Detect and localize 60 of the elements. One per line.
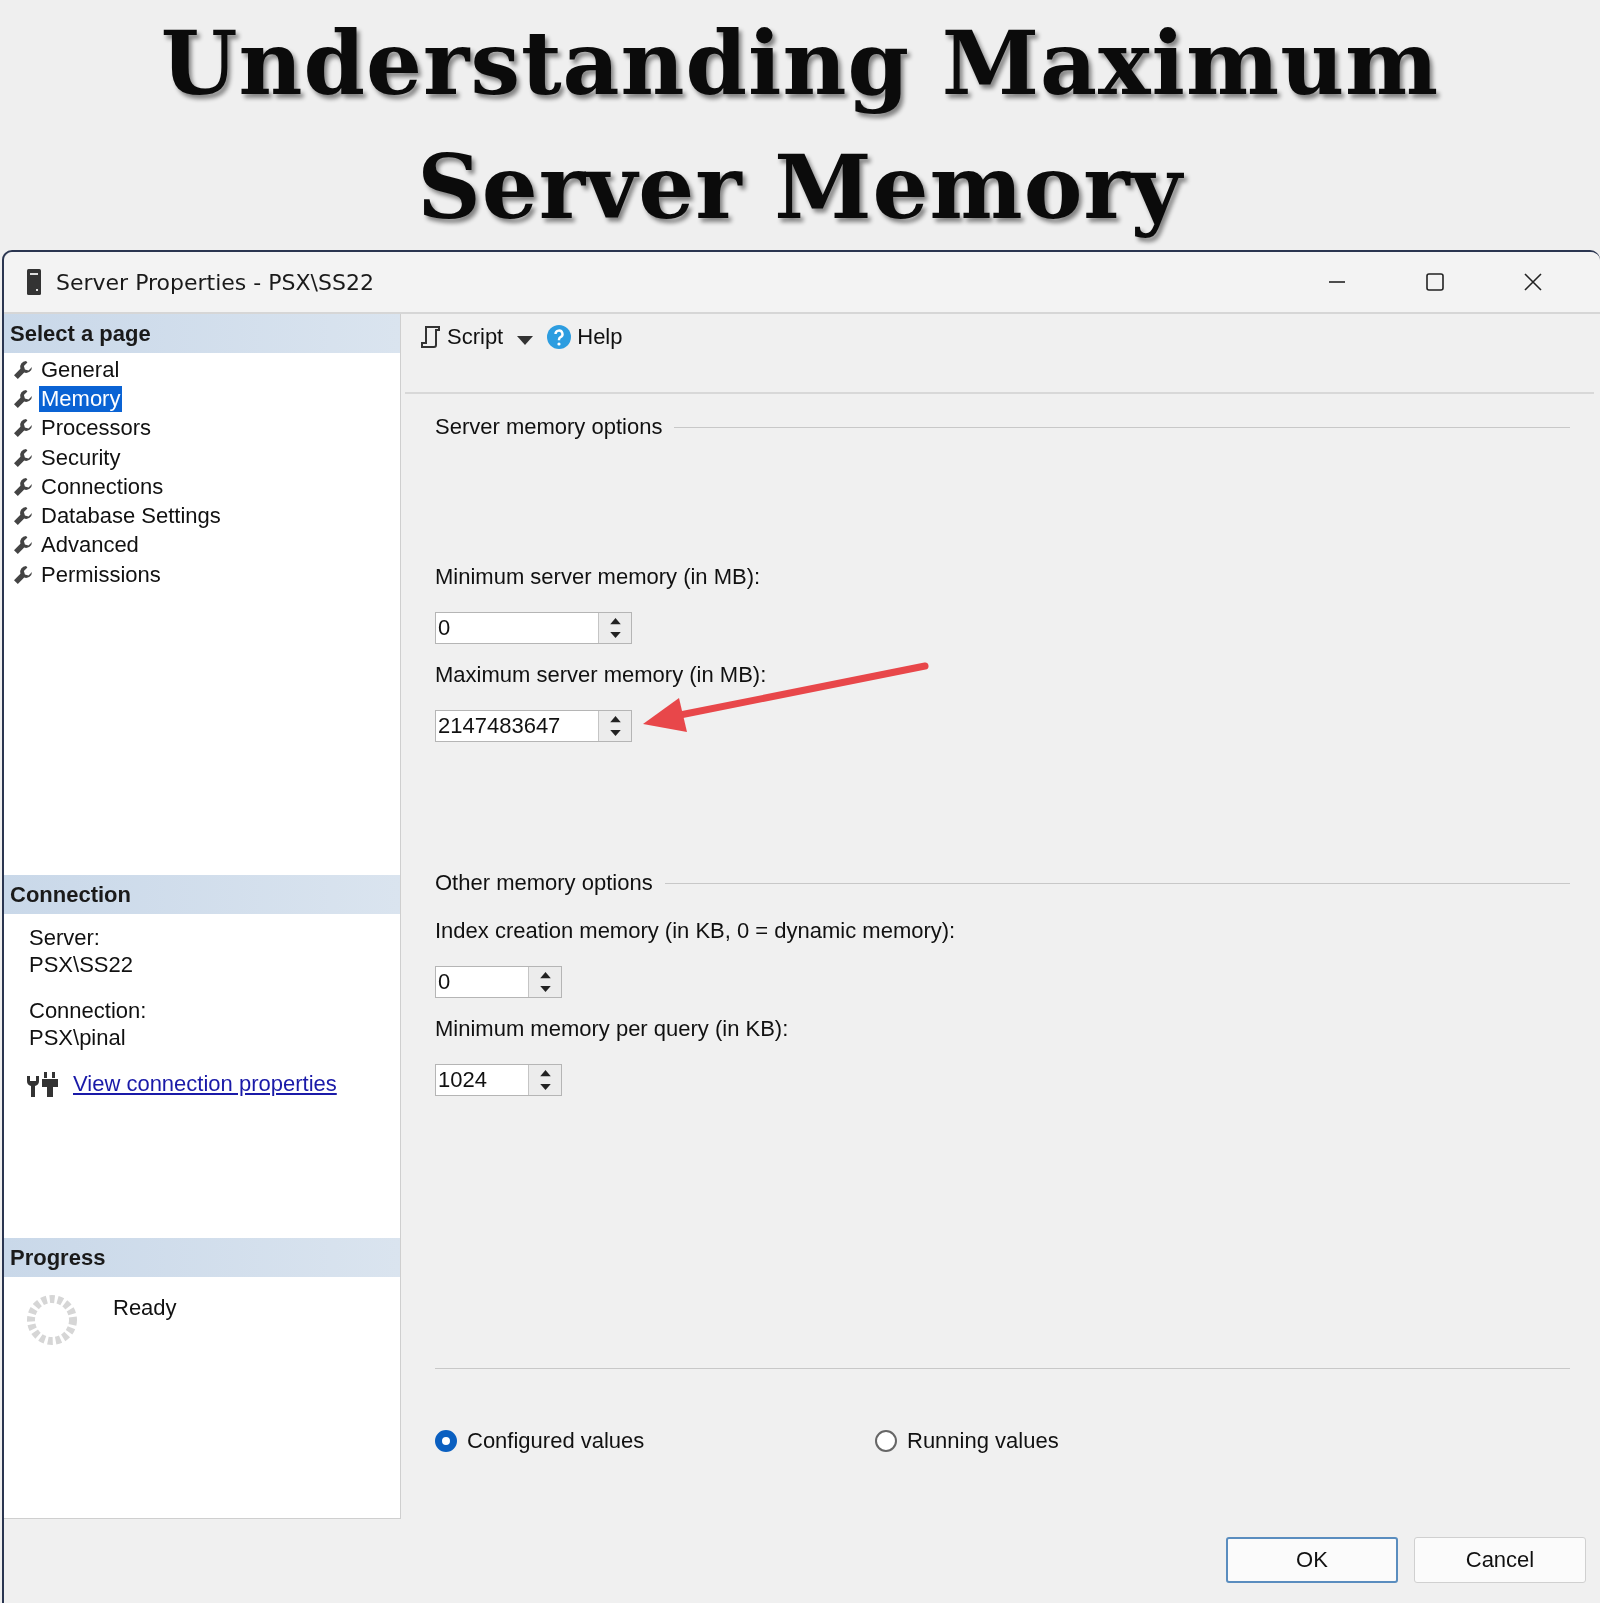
page-list-item[interactable]: Permissions xyxy=(39,561,163,588)
page-list-item[interactable]: Connections xyxy=(39,473,166,500)
group-title: Other memory options xyxy=(435,870,653,896)
wrench-icon xyxy=(13,564,33,585)
number-spinner[interactable]: 1024 xyxy=(435,1064,562,1096)
wrench-icon xyxy=(13,388,33,409)
wrench-icon xyxy=(13,447,33,468)
script-button[interactable]: Script xyxy=(417,322,506,352)
section-header: Select a page xyxy=(4,314,400,353)
field-value: PSX\SS22 xyxy=(29,951,134,979)
number-spinner[interactable]: 0 xyxy=(435,612,632,644)
up-arrow-icon[interactable] xyxy=(539,972,551,980)
wrench-icon xyxy=(13,476,33,497)
field-value: PSX\pinal xyxy=(29,1024,127,1052)
field-label: Index creation memory (in KB, 0 = dynamic memory): xyxy=(435,917,957,945)
banner-title: Understanding Maximum xyxy=(160,10,1440,117)
section-header: Progress xyxy=(4,1238,400,1278)
up-arrow-icon[interactable] xyxy=(609,716,621,724)
help-button[interactable]: Help xyxy=(545,322,625,352)
field-label: Server: xyxy=(29,924,101,952)
window-title: Server Properties - PSX\SS22 xyxy=(56,269,374,295)
number-spinner[interactable]: 2147483647 xyxy=(435,710,632,742)
number-spinner[interactable]: 0 xyxy=(435,966,562,998)
page-list-item[interactable]: Processors xyxy=(39,415,154,442)
radio-option[interactable]: Running values xyxy=(875,1426,1315,1456)
page-list-item[interactable]: Database Settings xyxy=(39,503,223,530)
down-arrow-icon[interactable] xyxy=(539,1082,551,1090)
down-arrow-icon[interactable] xyxy=(609,728,621,736)
help-icon xyxy=(547,325,572,349)
group-title: Server memory options xyxy=(435,414,663,440)
down-arrow-icon[interactable] xyxy=(609,630,621,638)
radio-option[interactable]: Configured values xyxy=(435,1426,875,1456)
field-label: Minimum memory per query (in KB): xyxy=(435,1015,790,1043)
wrench-icon xyxy=(13,535,33,556)
down-arrow-icon[interactable] xyxy=(539,984,551,992)
wrench-icon xyxy=(13,359,33,380)
up-arrow-icon[interactable] xyxy=(539,1070,551,1078)
close-icon[interactable] xyxy=(1524,273,1542,291)
page-list-item[interactable]: Security xyxy=(39,444,123,471)
wrench-icon xyxy=(13,506,33,527)
plug-icon xyxy=(25,1070,59,1099)
caret-icon[interactable] xyxy=(517,336,534,346)
field-label: Connection: xyxy=(29,997,148,1025)
ok-button[interactable]: OK xyxy=(1226,1537,1398,1583)
section-header: Connection xyxy=(4,875,400,915)
field-label: Maximum server memory (in MB): xyxy=(435,661,768,689)
maximize-icon[interactable] xyxy=(1426,273,1444,291)
progress-status: Ready xyxy=(113,1295,177,1322)
page-list-item[interactable]: Advanced xyxy=(39,532,141,559)
field-label: Minimum server memory (in MB): xyxy=(435,563,762,591)
page-list-item[interactable]: General xyxy=(39,356,122,383)
server-icon xyxy=(26,268,42,296)
banner-title: Server Memory xyxy=(417,134,1183,241)
cancel-button[interactable]: Cancel xyxy=(1414,1537,1586,1583)
page-list-item[interactable]: Memory xyxy=(39,385,123,412)
wrench-icon xyxy=(13,418,33,439)
script-icon xyxy=(419,325,441,349)
view-connection-properties-link[interactable]: View connection properties xyxy=(73,1071,337,1098)
up-arrow-icon[interactable] xyxy=(609,618,621,626)
progress-spinner-icon xyxy=(25,1293,79,1348)
